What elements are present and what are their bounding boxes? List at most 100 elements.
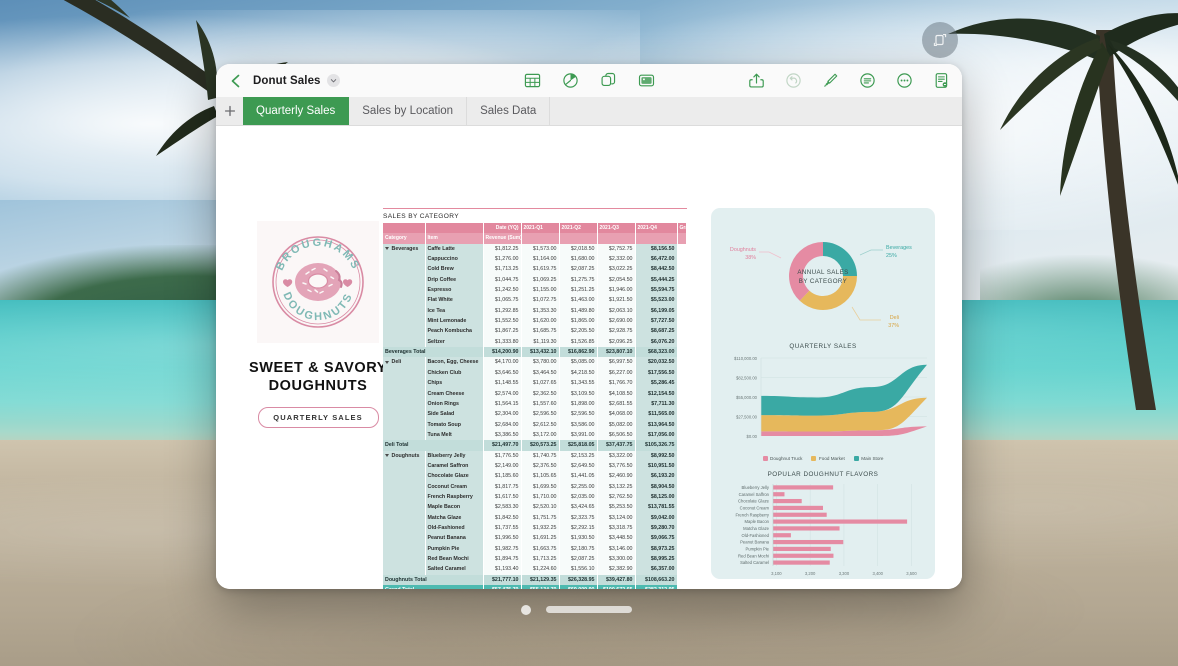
add-sheet-button[interactable] [216,97,243,125]
table-top-rule [383,208,687,209]
table-cell-value: $1,776.50 [483,451,521,461]
table-header-cell: Item [425,233,483,243]
table-cell-value: $2,649.50 [559,461,597,471]
table-row[interactable]: DoughnutsBlueberry Jelly$1,776.50$1,740.… [383,451,687,461]
table-row[interactable]: Chocolate Glaze$1,185.60$1,105.65$1,441.… [383,471,687,481]
table-row[interactable]: Drip Coffee$1,044.75$1,069.25$1,275.75$2… [383,275,687,285]
table-row[interactable]: Onion Rings$1,564.15$1,557.60$1,898.00$2… [383,399,687,409]
more-icon[interactable] [896,72,913,89]
table-cell-value: $1,275.75 [559,275,597,285]
tab-quarterly-sales[interactable]: Quarterly Sales [243,97,349,125]
table-cell-grand-total: $10,951.50 [635,461,677,471]
table-row[interactable]: Tuna Melt$3,386.50$3,172.00$3,991.00$6,5… [383,430,687,440]
table-cell-subtotal-value: $21,497.70 [483,440,521,450]
brand-pill-label: QUARTERLY SALES [258,407,379,428]
table-cell-value: $1,867.25 [483,326,521,336]
bar-matcha-glaze[interactable] [773,526,840,530]
share-icon[interactable] [748,72,765,89]
document-options-icon[interactable] [933,72,950,89]
legend-item[interactable]: Main Store [854,456,884,461]
popular-flavors-bar-chart[interactable]: POPULAR DOUGHNUT FLAVORS 3,1003,2003,300… [711,471,935,579]
comment-icon[interactable] [859,72,876,89]
multitask-button[interactable] [922,22,958,58]
table-cell-value: $1,557.60 [521,399,559,409]
table-cell-item: Espresso [425,285,483,295]
table-icon[interactable] [524,72,541,89]
table-cell-value: $1,463.00 [559,295,597,305]
bar-coconut-cream[interactable] [773,506,823,510]
table-row[interactable]: Cold Brew$1,713.25$1,619.75$2,087.25$3,0… [383,264,687,274]
table-row[interactable]: Caramel Saffron$2,149.00$2,376.50$2,649.… [383,461,687,471]
group-collapse-triangle-icon[interactable] [385,361,389,364]
legend-item[interactable]: Food Market [811,456,844,461]
legend-swatch [763,456,768,461]
table-cell-value: $2,304.00 [483,409,521,419]
table-row[interactable]: Chips$1,148.55$1,027.65$1,343.55$1,766.7… [383,378,687,388]
legend-item[interactable]: Doughnut Truck [763,456,803,461]
bar-red-bean-mochi[interactable] [773,554,833,558]
table-cell-value: $1,148.55 [483,378,521,388]
table-row[interactable]: Ice Tea$1,292.85$1,353.30$1,489.80$2,063… [383,306,687,316]
table-row[interactable]: Side Salad$2,304.00$2,596.50$2,596.50$4,… [383,409,687,419]
group-collapse-triangle-icon[interactable] [385,454,389,457]
table-cell-value: $1,921.50 [597,295,635,305]
bar-blueberry-jelly[interactable] [773,485,833,489]
table-row[interactable]: Mint Lemonade$1,552.50$1,620.00$1,865.00… [383,316,687,326]
tab-sales-data[interactable]: Sales Data [467,97,550,125]
bar-maple-bacon[interactable] [773,519,907,523]
table-row[interactable]: BeveragesCaffe Latte$1,812.25$1,573.00$2… [383,244,687,254]
bar-x-axis-label: 3,100 [771,571,782,576]
table-row[interactable]: Matcha Glaze$1,842.50$1,751.75$2,323.75$… [383,513,687,523]
bar-chocolate-glaze[interactable] [773,499,802,503]
table-row[interactable]: Maple Bacon$2,583.30$2,520.10$3,424.65$5… [383,502,687,512]
table-row[interactable]: Peanut Banana$1,996.50$1,691.25$1,930.50… [383,533,687,543]
table-cell-value: $2,520.10 [521,502,559,512]
table-row[interactable]: Pumpkin Pie$1,982.75$1,663.75$2,180.75$3… [383,544,687,554]
table-row[interactable]: Seltzer$1,333.80$1,119.30$1,526.85$2,096… [383,337,687,347]
donut-label: Beverages [886,245,912,251]
bar-pumpkin-pie[interactable] [773,547,831,551]
table-row[interactable]: Flat White$1,065.75$1,072.75$1,463.00$1,… [383,295,687,305]
back-chevron-icon[interactable] [228,73,244,89]
table-row[interactable]: Espresso$1,242.50$1,155.00$1,251.25$1,94… [383,285,687,295]
table-row[interactable]: Chicken Club$3,646.50$3,464.50$4,218.50$… [383,368,687,378]
table-cell-category [383,430,425,440]
undo-icon[interactable] [785,72,802,89]
table-row[interactable]: Red Bean Mochi$1,894.75$1,713.25$2,087.2… [383,554,687,564]
table-cell-category [383,544,425,554]
page-dot[interactable] [521,605,531,615]
bar-caramel-saffron[interactable] [773,492,784,496]
document-title-chevron-down-icon[interactable] [327,74,340,87]
table-cell-value: $6,506.50 [597,430,635,440]
sales-by-category-table[interactable]: Date (YQ)2021-Q12021-Q22021-Q32021-Q4Gra… [383,223,687,589]
home-indicator[interactable] [546,606,632,613]
bar-salted-caramel[interactable] [773,560,830,564]
table-cell-subtotal-value: $20,573.25 [521,440,559,450]
tab-sales-by-location[interactable]: Sales by Location [349,97,467,125]
chart-icon[interactable] [562,72,579,89]
table-row[interactable]: Salted Caramel$1,193.40$1,224.60$1,556.1… [383,564,687,574]
table-row[interactable]: Coconut Cream$1,817.75$1,699.50$2,255.00… [383,482,687,492]
table-row[interactable]: Cappuccino$1,276.00$1,164.00$1,680.00$2,… [383,254,687,264]
shape-icon[interactable] [600,72,617,89]
table-row[interactable]: Peach Kombucha$1,867.25$1,685.75$2,205.5… [383,326,687,336]
bar-chart-title: POPULAR DOUGHNUT FLAVORS [711,471,935,478]
bar-old-fashioned[interactable] [773,533,791,537]
table-row[interactable]: Cream Cheese$2,574.00$2,362.50$3,109.50$… [383,389,687,399]
table-row[interactable]: French Raspberry$1,617.50$1,710.00$2,035… [383,492,687,502]
table-row[interactable]: Tomato Soup$2,684.00$2,612.50$3,586.00$5… [383,420,687,430]
table-row[interactable]: Old-Fashioned$1,737.55$1,932.25$2,292.15… [383,523,687,533]
quarterly-sales-area-chart[interactable]: QUARTERLY SALES $0.00$27,500.00$55,000.0… [711,343,935,465]
table-row[interactable]: DeliBacon, Egg, Cheese$4,170.00$3,780.00… [383,357,687,367]
group-collapse-triangle-icon[interactable] [385,247,389,250]
format-brush-icon[interactable] [822,72,839,89]
table-cell-value: $3,318.75 [597,523,635,533]
table-header-cell: Date (YQ) [483,223,521,233]
brand-logo: BROUGHAMS DOUGHNUTS [257,221,379,343]
table-subtotal-row: Deli Total$21,497.70$20,573.25$25,818.05… [383,440,687,450]
bar-french-raspberry[interactable] [773,513,827,517]
table-cell-value: $2,583.30 [483,502,521,512]
media-icon[interactable] [638,72,655,89]
donut-chart[interactable]: ANNUAL SALES BY CATEGORY Beverages 25% D… [711,208,935,343]
bar-peanut-banana[interactable] [773,540,843,544]
